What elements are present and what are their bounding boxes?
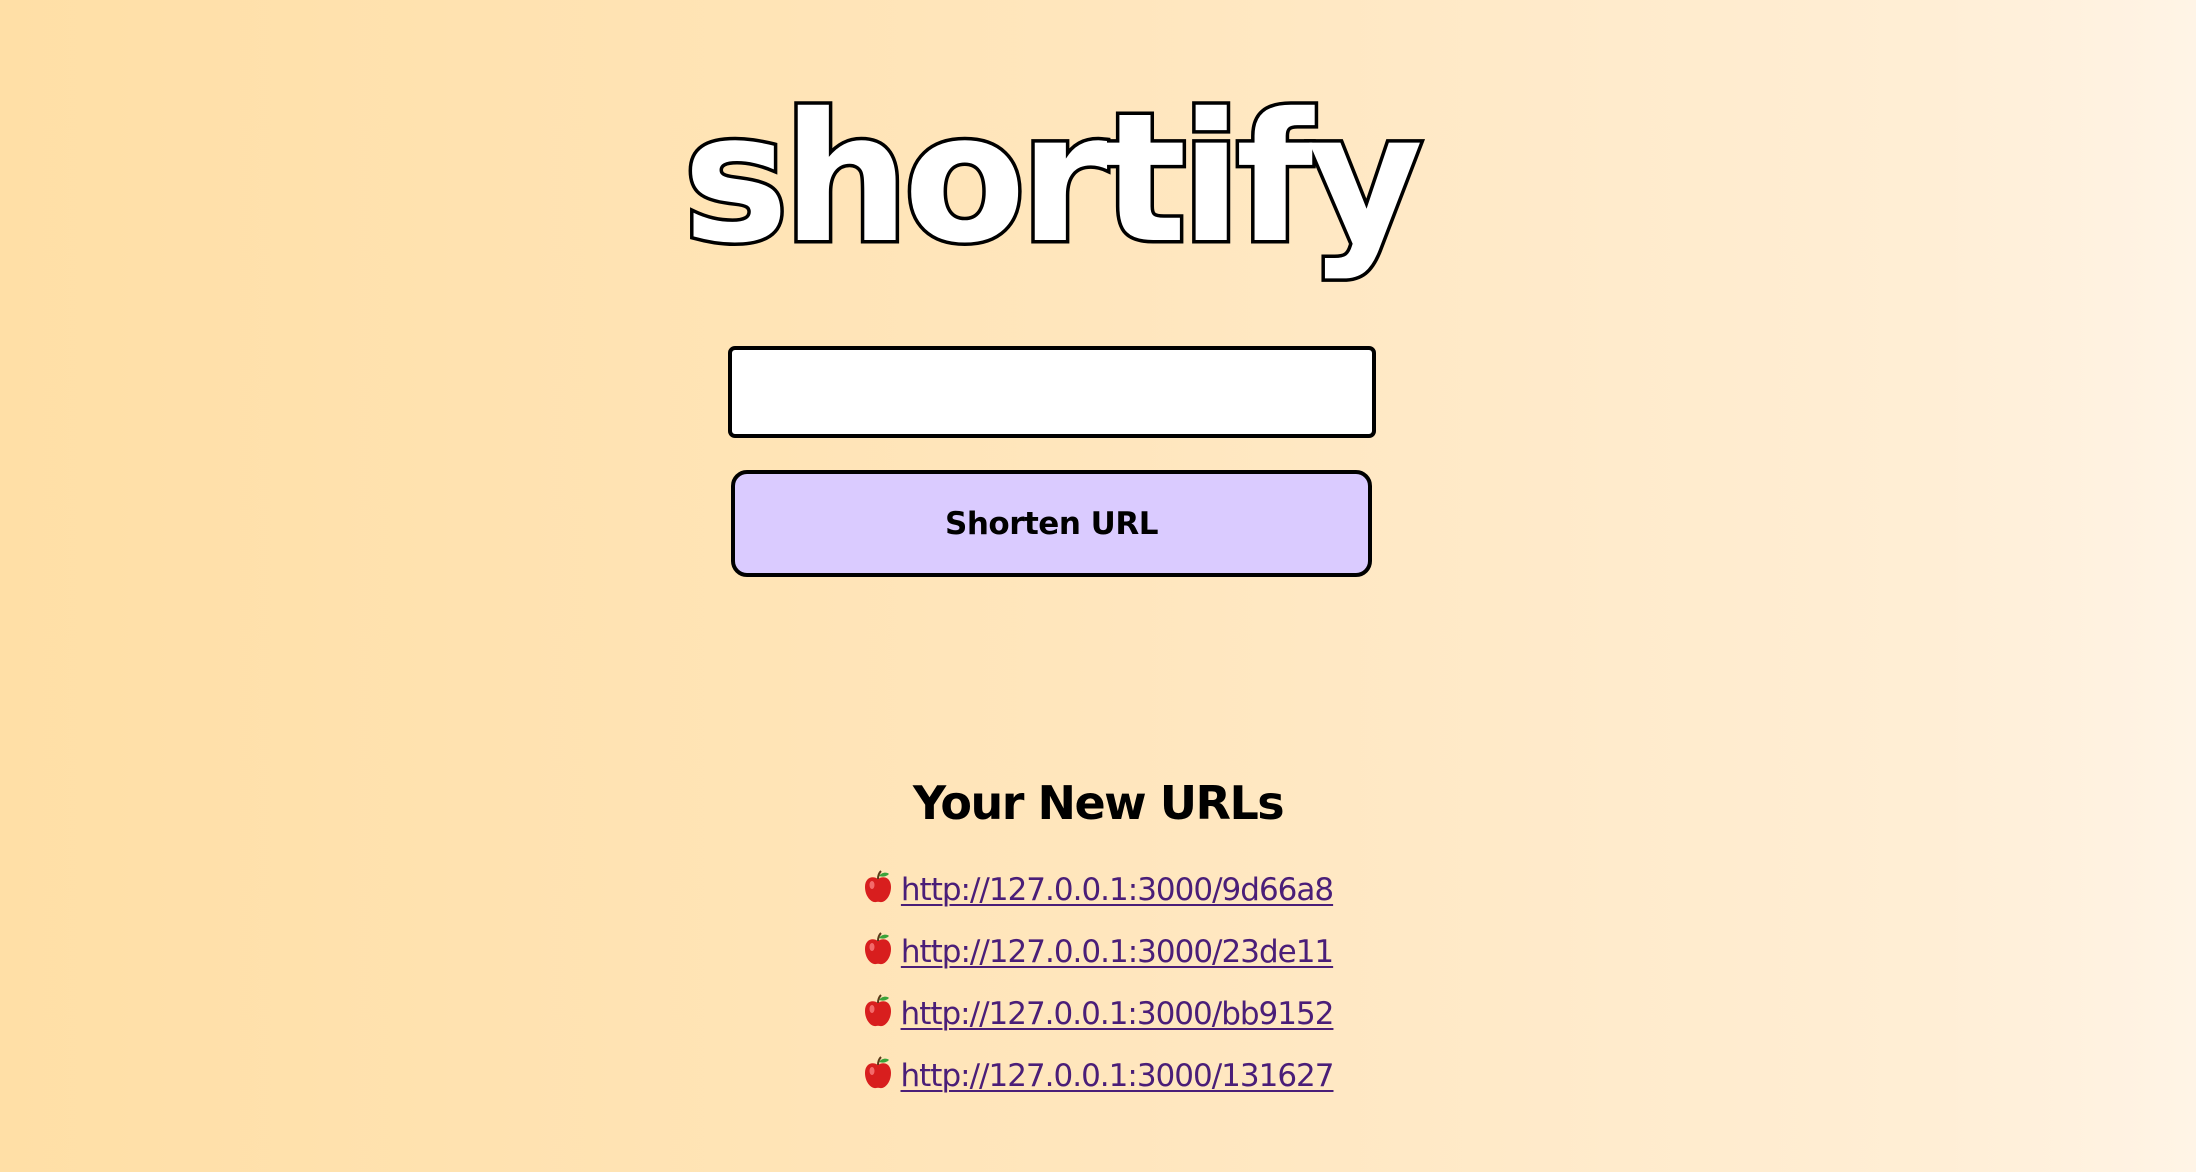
apple-icon <box>863 870 893 904</box>
apple-icon <box>863 994 893 1028</box>
logo: shortify <box>679 70 1429 290</box>
new-urls-list: http://127.0.0.1:3000/9d66a8 http://127.… <box>0 870 2196 1120</box>
apple-icon <box>863 932 893 966</box>
list-item: http://127.0.0.1:3000/9d66a8 <box>0 870 2196 934</box>
short-url-link[interactable]: http://127.0.0.1:3000/9d66a8 <box>901 872 1334 908</box>
list-item: http://127.0.0.1:3000/131627 <box>0 1056 2196 1120</box>
list-item: http://127.0.0.1:3000/bb9152 <box>0 994 2196 1058</box>
apple-icon <box>863 1056 893 1090</box>
list-item: http://127.0.0.1:3000/23de11 <box>0 932 2196 996</box>
logo-wordmark: shortify <box>679 72 1429 286</box>
new-urls-heading: Your New URLs <box>912 776 1285 830</box>
short-url-link[interactable]: http://127.0.0.1:3000/bb9152 <box>901 996 1335 1032</box>
shorten-url-button[interactable]: Shorten URL <box>731 470 1372 577</box>
logo-text: shortify <box>683 75 1420 282</box>
url-input[interactable] <box>728 346 1376 438</box>
short-url-link[interactable]: http://127.0.0.1:3000/23de11 <box>901 934 1334 970</box>
short-url-link[interactable]: http://127.0.0.1:3000/131627 <box>901 1058 1335 1094</box>
